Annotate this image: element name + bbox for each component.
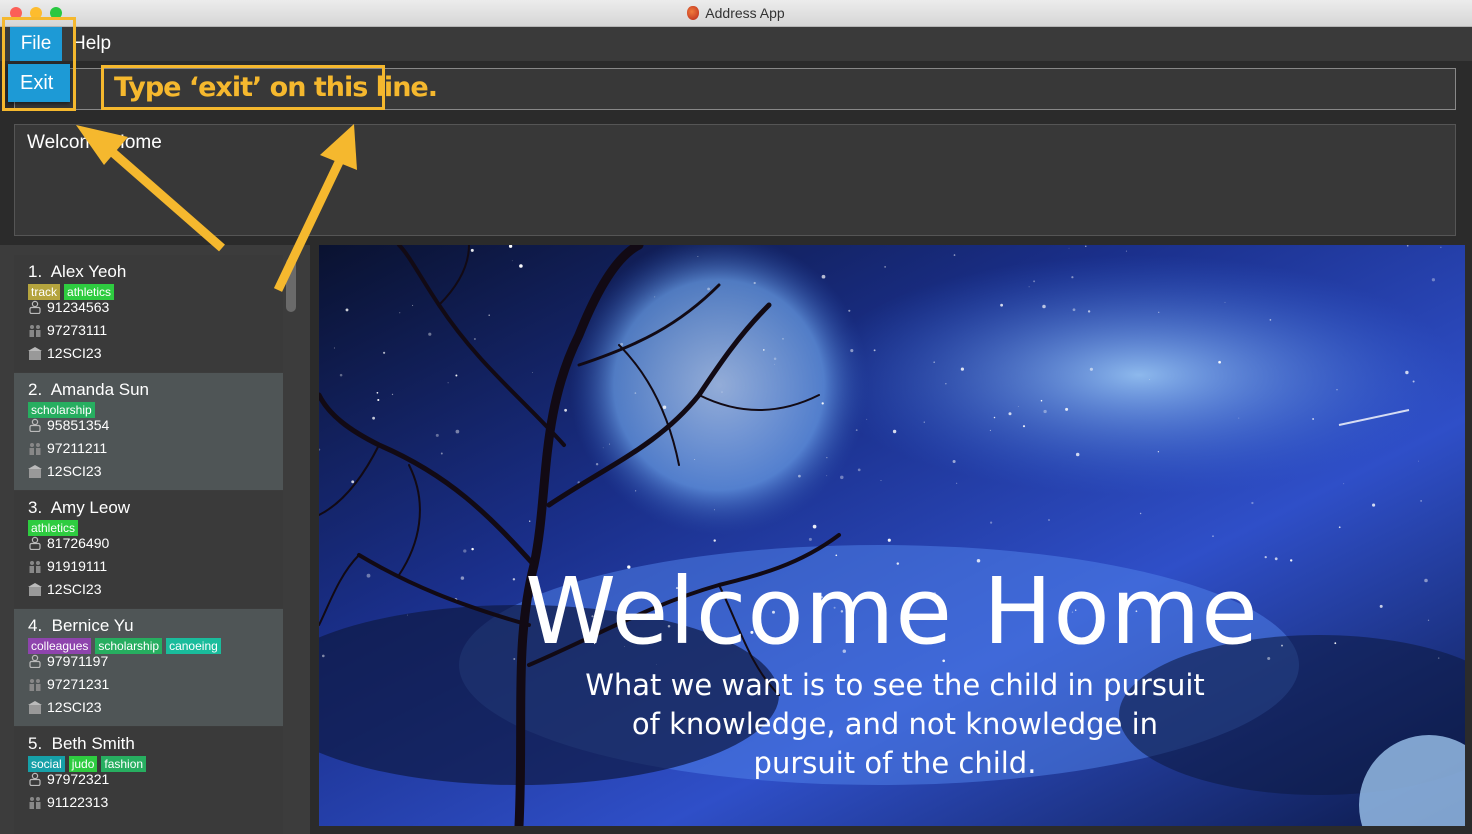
annotation-arrows [76, 124, 357, 292]
arrow-to-command-box [273, 158, 345, 292]
arrow-to-exit [107, 146, 225, 252]
